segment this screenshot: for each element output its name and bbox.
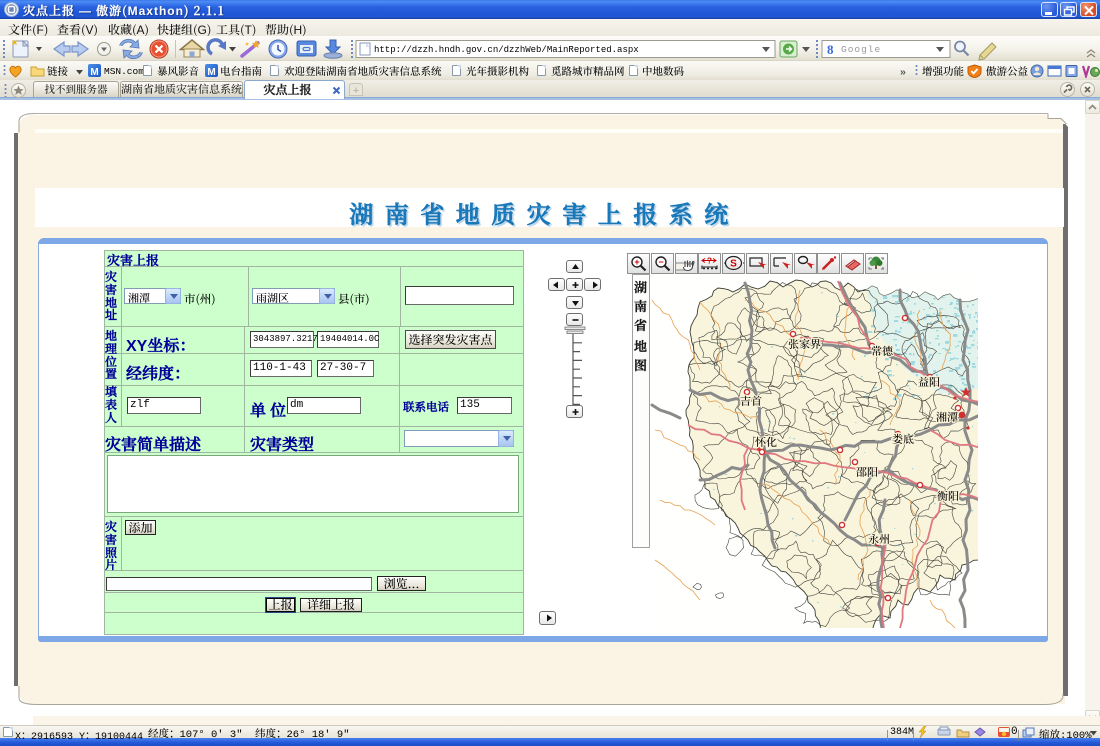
- svg-text:?: ?: [707, 255, 712, 267]
- svg-text:S: S: [730, 255, 737, 270]
- svg-text:怀化: 怀化: [755, 434, 777, 450]
- svg-text:邵阳: 邵阳: [856, 464, 878, 480]
- svg-text:张家界: 张家界: [788, 336, 821, 352]
- svg-text:常德: 常德: [871, 343, 893, 359]
- svg-text:−: −: [658, 255, 663, 268]
- svg-text:8: 8: [827, 42, 834, 57]
- svg-text:Google: Google: [841, 44, 881, 55]
- svg-text:http://dzzh.hndh.gov.cn/dzzhWe: http://dzzh.hndh.gov.cn/dzzhWeb/MainRepo…: [374, 45, 639, 55]
- svg-text:娄底: 娄底: [892, 431, 914, 447]
- svg-text:湘潭: 湘潭: [936, 409, 958, 425]
- svg-text:益阳: 益阳: [918, 374, 940, 390]
- svg-text:衡阳: 衡阳: [937, 488, 959, 504]
- svg-text:+: +: [634, 255, 639, 268]
- svg-text:永州: 永州: [868, 531, 890, 547]
- svg-text:吉首: 吉首: [740, 393, 762, 409]
